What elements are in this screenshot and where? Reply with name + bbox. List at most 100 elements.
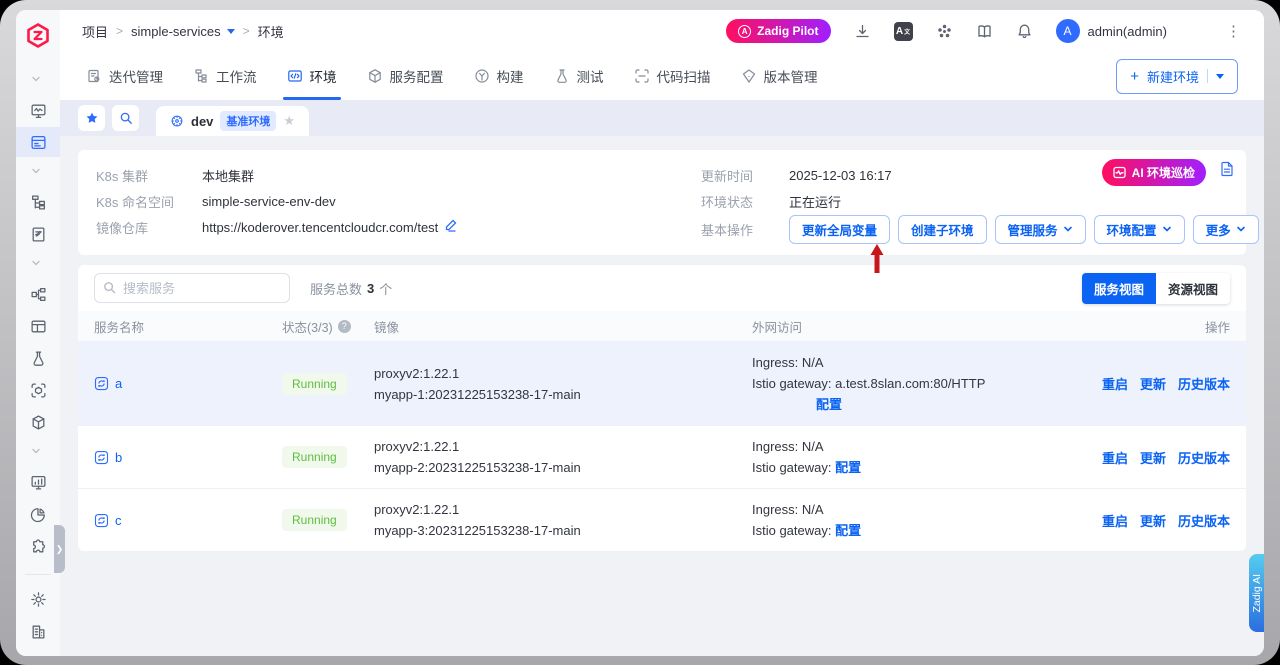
download-icon[interactable] bbox=[854, 23, 871, 40]
docs-book-icon[interactable] bbox=[976, 23, 993, 40]
sidebar-item-settings[interactable] bbox=[16, 584, 60, 614]
edit-pencil-icon[interactable] bbox=[444, 219, 457, 235]
history-link[interactable]: 历史版本 bbox=[1178, 448, 1230, 467]
sidebar-group-chevron-icon[interactable] bbox=[30, 256, 46, 272]
image-name: myapp-2:20231225153238-17-main bbox=[374, 457, 752, 478]
environment-tab-dev[interactable]: dev 基准环境 ★ bbox=[156, 106, 309, 136]
service-icon bbox=[94, 450, 109, 465]
cluster-label: K8s 集群 bbox=[96, 166, 202, 185]
search-icon bbox=[103, 281, 116, 294]
tab-service-config[interactable]: 服务配置 bbox=[367, 52, 444, 100]
chevron-down-icon bbox=[1063, 224, 1073, 234]
monitor-bars-icon bbox=[30, 474, 47, 491]
history-link[interactable]: 历史版本 bbox=[1178, 374, 1230, 393]
bell-icon[interactable] bbox=[1016, 23, 1033, 40]
info-icon[interactable]: ? bbox=[338, 320, 351, 333]
sidebar-group-chevron-icon[interactable] bbox=[30, 164, 46, 180]
manage-services-button[interactable]: 管理服务 bbox=[995, 215, 1086, 244]
tab-release[interactable]: 版本管理 bbox=[741, 52, 818, 100]
k8s-env-icon bbox=[170, 114, 184, 128]
builds-icon bbox=[30, 318, 47, 335]
sidebar-group-chevron-icon[interactable] bbox=[30, 72, 46, 88]
more-ops-button[interactable]: 更多 bbox=[1193, 215, 1259, 244]
star-icon bbox=[85, 111, 99, 125]
apps-cluster-icon[interactable] bbox=[936, 23, 953, 40]
sidebar-item-delivery[interactable] bbox=[16, 407, 60, 437]
service-link[interactable]: b bbox=[94, 450, 282, 465]
sidebar-item-projects[interactable] bbox=[16, 127, 60, 157]
tab-test[interactable]: 测试 bbox=[554, 52, 604, 100]
status-badge: Running bbox=[282, 373, 347, 395]
user-menu[interactable]: A admin(admin) bbox=[1056, 19, 1167, 43]
sidebar-item-builds[interactable] bbox=[16, 311, 60, 341]
restart-link[interactable]: 重启 bbox=[1102, 448, 1128, 467]
breadcrumb-root[interactable]: 项目 bbox=[82, 22, 108, 41]
tab-workflow[interactable]: 工作流 bbox=[193, 52, 257, 100]
tab-environment[interactable]: 环境 bbox=[287, 52, 337, 100]
env-config-button[interactable]: 环境配置 bbox=[1094, 215, 1185, 244]
service-view-button[interactable]: 服务视图 bbox=[1082, 273, 1156, 304]
language-icon[interactable]: A文 bbox=[894, 22, 913, 41]
update-link[interactable]: 更新 bbox=[1140, 374, 1166, 393]
sidebar-item-tests[interactable] bbox=[16, 343, 60, 373]
gear-icon bbox=[30, 591, 47, 608]
service-link[interactable]: a bbox=[94, 376, 282, 391]
breadcrumb: 项目 > simple-services > 环境 bbox=[82, 22, 284, 41]
breadcrumb-project[interactable]: simple-services bbox=[131, 24, 235, 39]
istio-gateway-info: Istio gateway: bbox=[752, 523, 832, 538]
workflow-icon bbox=[193, 68, 209, 84]
pilot-icon: A bbox=[738, 25, 751, 38]
cube-icon bbox=[367, 68, 383, 84]
new-environment-button[interactable]: + 新建环境 bbox=[1116, 59, 1238, 94]
service-search-input[interactable] bbox=[94, 273, 290, 303]
config-link[interactable]: 配置 bbox=[816, 397, 842, 412]
tab-build[interactable]: 构建 bbox=[474, 52, 524, 100]
config-link[interactable]: 配置 bbox=[835, 523, 861, 538]
resource-view-button[interactable]: 资源视图 bbox=[1156, 273, 1230, 304]
code-scan-icon bbox=[634, 68, 650, 84]
update-link[interactable]: 更新 bbox=[1140, 511, 1166, 530]
iteration-icon bbox=[86, 68, 102, 84]
basic-operations: 更新全局变量 创建子环境 管理服务 环境配置 更多 bbox=[789, 215, 1259, 244]
sidebar-item-services[interactable] bbox=[16, 279, 60, 309]
building-icon bbox=[30, 623, 47, 640]
more-menu-icon[interactable]: ⋮ bbox=[1226, 22, 1242, 40]
updated-value: 2025-12-03 16:17 bbox=[789, 168, 892, 183]
config-link[interactable]: 配置 bbox=[835, 460, 861, 475]
table-header: 服务名称 状态(3/3) ? 镜像 外网访问 操作 bbox=[78, 311, 1246, 341]
service-search bbox=[94, 273, 290, 303]
zadig-app-window: ❯ 项目 > simple-services > 环境 A Zadig Pilo… bbox=[16, 10, 1264, 656]
tab-iteration[interactable]: 迭代管理 bbox=[86, 52, 163, 100]
create-sub-env-button[interactable]: 创建子环境 bbox=[898, 215, 987, 244]
search-envs-button[interactable] bbox=[112, 105, 139, 131]
sidebar-item-enterprise[interactable] bbox=[16, 616, 60, 646]
restart-link[interactable]: 重启 bbox=[1102, 511, 1128, 530]
service-link[interactable]: c bbox=[94, 513, 282, 528]
history-link[interactable]: 历史版本 bbox=[1178, 511, 1230, 530]
sidebar-item-test-plan[interactable] bbox=[16, 219, 60, 249]
sidebar-item-code-scan[interactable] bbox=[16, 375, 60, 405]
zadig-logo-icon[interactable] bbox=[24, 22, 52, 50]
environment-info-card: K8s 集群 本地集群 K8s 命名空间 simple-service-env-… bbox=[78, 150, 1246, 255]
zadig-ai-side-tab[interactable]: Zadig AI bbox=[1249, 554, 1264, 632]
sidebar-expand-handle[interactable]: ❯ bbox=[54, 525, 65, 573]
sidebar-item-data-overview[interactable] bbox=[16, 467, 60, 497]
favorite-envs-button[interactable] bbox=[78, 105, 105, 131]
sidebar-group-chevron-icon[interactable] bbox=[30, 444, 46, 460]
env-report-icon[interactable] bbox=[1219, 161, 1235, 182]
zadig-pilot-button[interactable]: A Zadig Pilot bbox=[726, 19, 830, 43]
sidebar-item-workflows[interactable] bbox=[16, 187, 60, 217]
update-global-vars-button[interactable]: 更新全局变量 bbox=[789, 215, 890, 244]
restart-link[interactable]: 重启 bbox=[1102, 374, 1128, 393]
annotation-arrow-up bbox=[869, 244, 885, 273]
tab-code-scan[interactable]: 代码扫描 bbox=[634, 52, 711, 100]
dashboard-icon bbox=[30, 102, 47, 119]
sidebar-item-dashboard[interactable] bbox=[16, 95, 60, 125]
update-link[interactable]: 更新 bbox=[1140, 448, 1166, 467]
table-row: a Running proxyv2:1.22.1 myapp-1:2023122… bbox=[78, 341, 1246, 425]
doc-edit-icon bbox=[30, 226, 47, 243]
istio-gateway-info: Istio gateway: a.test.8slan.com:80/HTTP bbox=[752, 373, 1082, 394]
ai-env-inspect-button[interactable]: AI 环境巡检 bbox=[1102, 159, 1206, 186]
star-icon[interactable]: ★ bbox=[283, 113, 295, 129]
services-toolbar: 服务总数 3 个 服务视图 资源视图 bbox=[94, 265, 1230, 311]
